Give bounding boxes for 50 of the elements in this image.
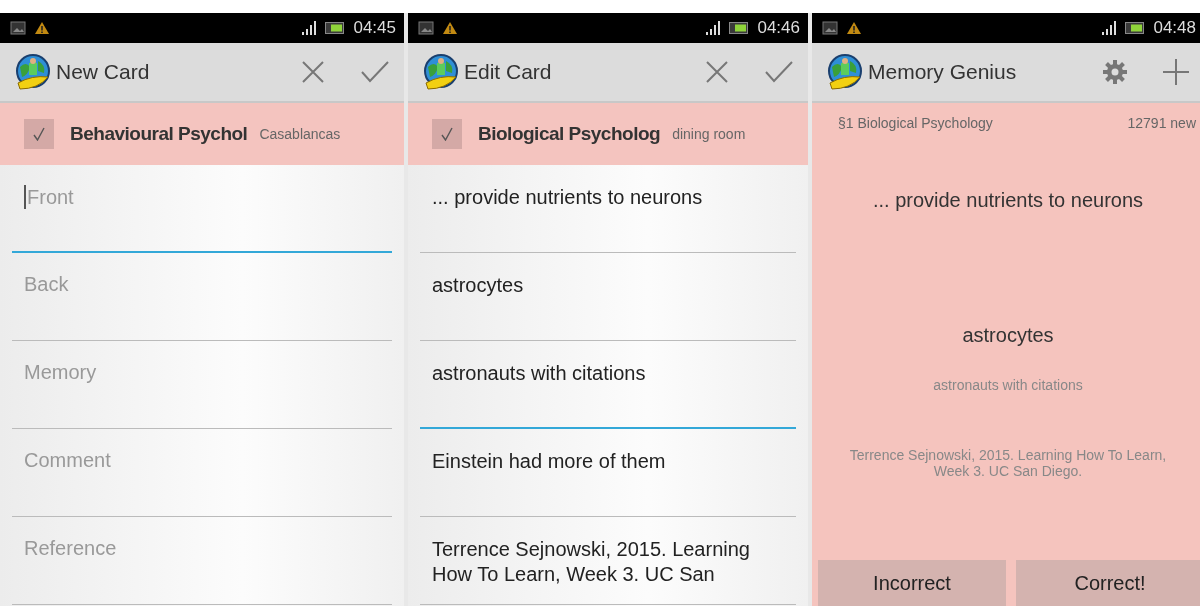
signal-icon — [1101, 21, 1118, 35]
deck-tag: dining room — [672, 126, 746, 142]
close-icon[interactable] — [300, 59, 326, 85]
add-icon[interactable] — [1162, 58, 1190, 86]
deck-row[interactable]: Biological Psycholog dining room — [408, 103, 808, 165]
app-logo-icon[interactable] — [422, 53, 460, 91]
answer-button[interactable]: Incorrect — [818, 560, 1006, 606]
check-icon — [441, 127, 453, 141]
checkbox[interactable] — [24, 119, 54, 149]
app-title: New Card — [56, 60, 150, 84]
card-front-text: ... provide nutrients to neurons — [872, 189, 1144, 212]
image-icon — [418, 21, 434, 35]
checkmark-icon[interactable] — [764, 59, 794, 85]
text-field[interactable]: astrocytes — [420, 253, 796, 341]
image-icon — [822, 21, 838, 35]
text-field[interactable]: astronauts with citations — [420, 341, 796, 429]
app-title: Edit Card — [464, 60, 552, 84]
section-label: §1 Biological Psychology — [838, 115, 993, 131]
new-count: 12791 new — [1127, 115, 1196, 131]
deck-name: Behavioural Psychol — [70, 123, 248, 145]
warning-icon — [442, 21, 458, 35]
deck-name: Biological Psycholog — [478, 123, 661, 145]
deck-tag: Casablancas — [259, 126, 341, 142]
warning-icon — [34, 21, 50, 35]
text-field[interactable]: Einstein had more of them — [420, 429, 796, 517]
clock-time: 04:45 — [353, 18, 396, 38]
app-title: Memory Genius — [868, 60, 1017, 84]
app-logo-icon[interactable] — [14, 53, 52, 91]
text-field[interactable]: Terrence Sejnowski, 2015. Learning How To Learn, Week 3. UC San — [420, 517, 796, 605]
settings-icon[interactable] — [1102, 59, 1128, 85]
deck-row[interactable]: Behavioural Psychol Casablancas — [0, 103, 404, 165]
battery-icon — [729, 22, 750, 34]
signal-icon — [301, 21, 318, 35]
checkmark-icon[interactable] — [360, 59, 390, 85]
checkbox[interactable] — [432, 119, 462, 149]
battery-icon — [1125, 22, 1146, 34]
answer-button[interactable]: Correct! — [1016, 560, 1200, 606]
warning-icon — [846, 21, 862, 35]
card-back-text: astrocytes — [962, 324, 1054, 347]
close-icon[interactable] — [704, 59, 730, 85]
clock-time: 04:48 — [1153, 18, 1196, 38]
clock-time: 04:46 — [757, 18, 800, 38]
app-logo-icon[interactable] — [826, 53, 864, 91]
battery-icon — [325, 22, 346, 34]
reference-text: Terrence Sejnowski, 2015. Learning How To Learn, Week 3. UC San Diego. — [848, 447, 1168, 479]
signal-icon — [705, 21, 722, 35]
memory-text: astronauts with citations — [933, 377, 1083, 393]
image-icon — [10, 21, 26, 35]
text-field[interactable]: ... provide nutrients to neurons — [420, 165, 796, 253]
check-icon — [33, 127, 45, 141]
